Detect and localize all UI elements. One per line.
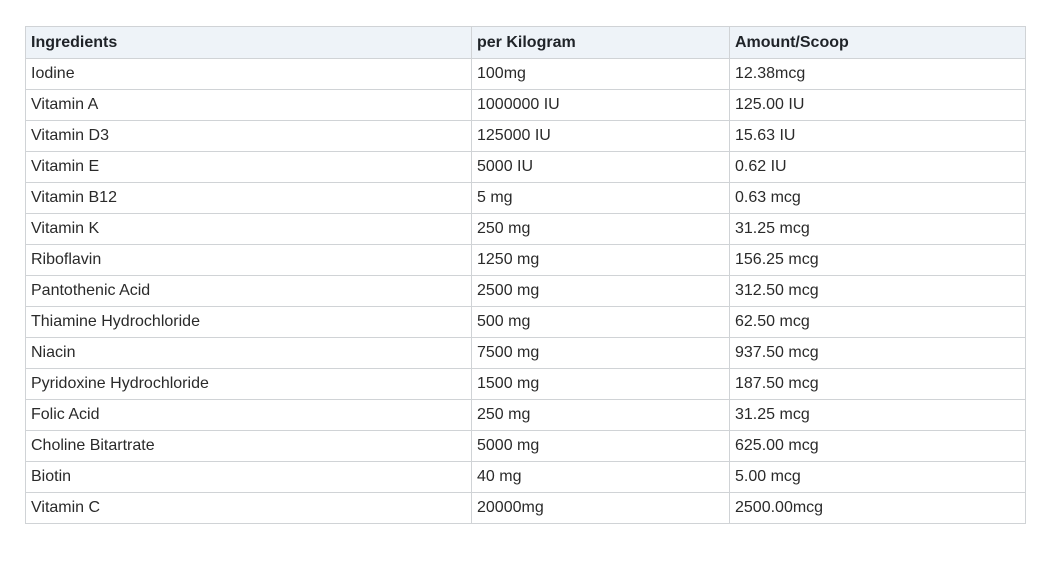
nutrient-table-container: Ingredients per Kilogram Amount/Scoop Io… — [25, 26, 1026, 524]
amount-per-scoop-cell: 62.50 mcg — [729, 306, 1026, 338]
ingredient-cell: Vitamin A — [25, 89, 472, 121]
amount-per-scoop-cell: 31.25 mcg — [729, 213, 1026, 245]
per-kilogram-cell: 5000 mg — [471, 430, 730, 462]
amount-per-scoop-cell: 31.25 mcg — [729, 399, 1026, 431]
table-row: Vitamin A 1000000 IU 125.00 IU — [25, 89, 1026, 121]
ingredient-cell: Folic Acid — [25, 399, 472, 431]
header-row: Ingredients per Kilogram Amount/Scoop — [25, 26, 1026, 59]
table-row: Riboflavin 1250 mg 156.25 mcg — [25, 244, 1026, 276]
amount-per-scoop-cell: 937.50 mcg — [729, 337, 1026, 369]
ingredient-cell: Choline Bitartrate — [25, 430, 472, 462]
amount-per-scoop-cell: 15.63 IU — [729, 120, 1026, 152]
per-kilogram-cell: 1500 mg — [471, 368, 730, 400]
per-kilogram-cell: 40 mg — [471, 461, 730, 493]
ingredient-cell: Niacin — [25, 337, 472, 369]
table-body: Iodine 100mg 12.38mcg Vitamin A 1000000 … — [25, 58, 1026, 524]
per-kilogram-cell: 125000 IU — [471, 120, 730, 152]
ingredient-cell: Pyridoxine Hydrochloride — [25, 368, 472, 400]
amount-per-scoop-cell: 5.00 mcg — [729, 461, 1026, 493]
table-row: Biotin 40 mg 5.00 mcg — [25, 461, 1026, 493]
per-kilogram-cell: 250 mg — [471, 213, 730, 245]
header-ingredients: Ingredients — [25, 26, 472, 59]
ingredient-cell: Riboflavin — [25, 244, 472, 276]
per-kilogram-cell: 5 mg — [471, 182, 730, 214]
ingredient-cell: Pantothenic Acid — [25, 275, 472, 307]
table-row: Vitamin D3 125000 IU 15.63 IU — [25, 120, 1026, 152]
table-row: Pyridoxine Hydrochloride 1500 mg 187.50 … — [25, 368, 1026, 400]
table-row: Iodine 100mg 12.38mcg — [25, 58, 1026, 90]
per-kilogram-cell: 250 mg — [471, 399, 730, 431]
per-kilogram-cell: 2500 mg — [471, 275, 730, 307]
per-kilogram-cell: 1250 mg — [471, 244, 730, 276]
ingredient-cell: Thiamine Hydrochloride — [25, 306, 472, 338]
per-kilogram-cell: 1000000 IU — [471, 89, 730, 121]
header-amount-per-scoop: Amount/Scoop — [729, 26, 1026, 59]
per-kilogram-cell: 100mg — [471, 58, 730, 90]
amount-per-scoop-cell: 12.38mcg — [729, 58, 1026, 90]
amount-per-scoop-cell: 125.00 IU — [729, 89, 1026, 121]
per-kilogram-cell: 500 mg — [471, 306, 730, 338]
table-row: Thiamine Hydrochloride 500 mg 62.50 mcg — [25, 306, 1026, 338]
table-row: Pantothenic Acid 2500 mg 312.50 mcg — [25, 275, 1026, 307]
amount-per-scoop-cell: 625.00 mcg — [729, 430, 1026, 462]
table-row: Vitamin K 250 mg 31.25 mcg — [25, 213, 1026, 245]
ingredient-cell: Vitamin E — [25, 151, 472, 183]
ingredient-cell: Vitamin K — [25, 213, 472, 245]
header-per-kilogram: per Kilogram — [471, 26, 730, 59]
table-row: Choline Bitartrate 5000 mg 625.00 mcg — [25, 430, 1026, 462]
amount-per-scoop-cell: 312.50 mcg — [729, 275, 1026, 307]
per-kilogram-cell: 7500 mg — [471, 337, 730, 369]
ingredient-cell: Vitamin B12 — [25, 182, 472, 214]
ingredient-cell: Vitamin D3 — [25, 120, 472, 152]
table-row: Folic Acid 250 mg 31.25 mcg — [25, 399, 1026, 431]
table-header: Ingredients per Kilogram Amount/Scoop — [25, 26, 1026, 59]
amount-per-scoop-cell: 156.25 mcg — [729, 244, 1026, 276]
nutrient-table: Ingredients per Kilogram Amount/Scoop Io… — [25, 26, 1026, 524]
amount-per-scoop-cell: 2500.00mcg — [729, 492, 1026, 524]
amount-per-scoop-cell: 0.62 IU — [729, 151, 1026, 183]
per-kilogram-cell: 5000 IU — [471, 151, 730, 183]
table-row: Niacin 7500 mg 937.50 mcg — [25, 337, 1026, 369]
table-row: Vitamin E 5000 IU 0.62 IU — [25, 151, 1026, 183]
table-row: Vitamin B12 5 mg 0.63 mcg — [25, 182, 1026, 214]
amount-per-scoop-cell: 187.50 mcg — [729, 368, 1026, 400]
ingredient-cell: Iodine — [25, 58, 472, 90]
per-kilogram-cell: 20000mg — [471, 492, 730, 524]
ingredient-cell: Vitamin C — [25, 492, 472, 524]
table-row: Vitamin C 20000mg 2500.00mcg — [25, 492, 1026, 524]
amount-per-scoop-cell: 0.63 mcg — [729, 182, 1026, 214]
ingredient-cell: Biotin — [25, 461, 472, 493]
